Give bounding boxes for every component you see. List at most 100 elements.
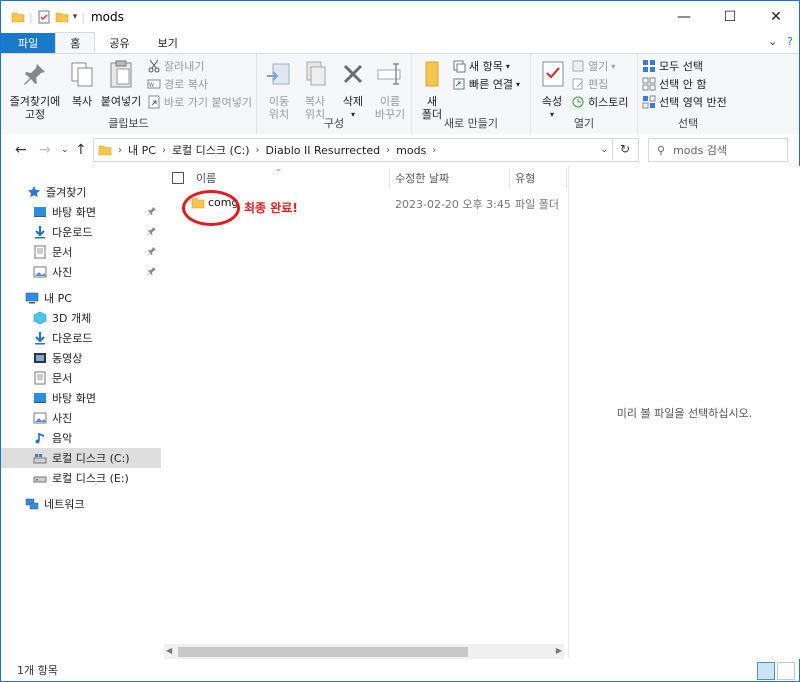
open-group-label: 열기 xyxy=(573,117,595,130)
column-header-checkbox[interactable]: 이름 xyxy=(172,166,216,190)
history-button[interactable]: 히스토리 xyxy=(571,94,628,110)
new-folder-icon[interactable] xyxy=(55,10,69,24)
up-arrow-icon[interactable]: ↑ xyxy=(75,142,87,158)
open-button[interactable]: 열기 ▾ xyxy=(571,58,615,74)
nav-pc-local-disk-c[interactable]: 로컬 디스크 (C:) xyxy=(1,448,161,468)
copy-to-button[interactable]: 복사 위치 xyxy=(297,58,333,121)
expand-ribbon-icon[interactable]: ⌄ xyxy=(768,35,777,48)
column-name-label[interactable]: 이름 xyxy=(196,170,216,186)
cut-button[interactable]: 잘라내기 xyxy=(147,58,204,74)
properties-button[interactable]: 속성 ▾ xyxy=(537,58,567,121)
move-to-label-1: 이동 xyxy=(268,95,290,108)
edit-button[interactable]: 편집 xyxy=(571,76,608,92)
scrollbar-thumb[interactable] xyxy=(178,647,468,657)
address-dropdown-icon[interactable]: ⌄ xyxy=(600,145,608,155)
copy-button[interactable]: 복사 xyxy=(65,58,99,108)
tab-home[interactable]: 홈 xyxy=(55,32,96,53)
maximize-button[interactable]: ☐ xyxy=(707,1,753,33)
scroll-left-icon[interactable]: ◀ xyxy=(166,646,172,655)
forward-arrow-icon[interactable]: → xyxy=(39,142,51,158)
paste-shortcut-button[interactable]: 바로 가기 붙여넣기 xyxy=(147,94,252,110)
ribbon-tabs: 파일 홈 공유 보기 ⌄ ? xyxy=(1,32,799,53)
column-type-label[interactable]: 유형 xyxy=(515,170,535,186)
column-date-label[interactable]: 수정한 날짜 xyxy=(395,170,449,186)
nav-qa-pictures[interactable]: 사진 xyxy=(1,262,161,282)
open-dropdown-icon: ▾ xyxy=(611,61,616,71)
recent-locations-icon[interactable]: ⌄ xyxy=(61,145,69,155)
download-arrow-icon xyxy=(35,332,45,345)
nav-this-pc[interactable]: 내 PC xyxy=(1,288,161,308)
breadcrumb-chevron-icon[interactable]: › xyxy=(162,145,166,156)
nav-pc-downloads[interactable]: 다운로드 xyxy=(1,328,161,348)
customize-toolbar-icon[interactable]: ▾ xyxy=(73,12,78,22)
large-icons-view-icon[interactable] xyxy=(777,662,795,680)
details-view-icon[interactable] xyxy=(757,662,775,680)
new-folder-button[interactable]: 새 폴더 xyxy=(418,58,446,121)
quick-access-button[interactable]: 빠른 연결 ▾ xyxy=(452,76,520,92)
scroll-right-icon[interactable]: ▶ xyxy=(556,646,562,655)
breadcrumb-chevron-icon[interactable]: › xyxy=(118,145,122,156)
3d-objects-icon xyxy=(33,311,47,325)
delete-button[interactable]: 삭제 ▾ xyxy=(337,58,369,121)
nav-pc-local-disk-e[interactable]: 로컬 디스크 (E:) xyxy=(1,468,161,488)
nav-pc-pictures[interactable]: 사진 xyxy=(1,408,161,428)
new-item-button[interactable]: 새 항목 ▾ xyxy=(452,58,510,74)
invert-selection-button[interactable]: 선택 영역 반전 xyxy=(642,94,727,110)
nav-pc-music[interactable]: 음악 xyxy=(1,428,161,448)
refresh-icon[interactable]: ↻ xyxy=(612,138,637,160)
properties-label: 속성 xyxy=(541,95,563,108)
tab-share[interactable]: 공유 xyxy=(95,33,143,53)
select-all-checkbox[interactable] xyxy=(172,172,184,184)
cut-label: 잘라내기 xyxy=(164,60,205,73)
nav-pc-desktop[interactable]: 바탕 화면 xyxy=(1,388,161,408)
rename-button[interactable]: 이름 바꾸기 xyxy=(371,58,409,121)
select-none-button[interactable]: 선택 안 함 xyxy=(642,76,706,92)
select-all-button[interactable]: 모두 선택 xyxy=(642,58,703,74)
breadcrumb-local-disk-c[interactable]: 로컬 디스크 (C:) xyxy=(172,142,250,158)
column-date[interactable]: 수정한 날짜 xyxy=(395,166,449,190)
horizontal-scrollbar[interactable]: ◀ ▶ xyxy=(164,644,564,660)
breadcrumb-this-pc[interactable]: 내 PC xyxy=(128,142,156,158)
minimize-button[interactable]: — xyxy=(661,1,707,33)
breadcrumb-mods[interactable]: mods xyxy=(396,144,426,157)
column-divider[interactable] xyxy=(566,168,567,188)
nav-network[interactable]: 네트워크 xyxy=(1,494,161,514)
nav-qa-documents[interactable]: 문서 xyxy=(1,242,161,262)
nav-pc-videos[interactable]: 동영상 xyxy=(1,348,161,368)
tab-view[interactable]: 보기 xyxy=(144,33,192,53)
search-input[interactable]: ⚲ mods 검색 xyxy=(648,138,788,162)
history-icon xyxy=(572,96,584,108)
delete-label: 삭제 xyxy=(342,95,364,108)
breadcrumb-chevron-icon[interactable]: › xyxy=(432,145,436,156)
pin-icon[interactable] xyxy=(147,226,157,236)
nav-qa-desktop[interactable]: 바탕 화면 xyxy=(1,202,161,222)
pin-icon[interactable] xyxy=(147,206,157,216)
address-bar[interactable]: › 내 PC › 로컬 디스크 (C:) › Diablo II Resurre… xyxy=(93,138,639,162)
pin-to-quick-access-button[interactable]: 즐겨찾기에 고정 xyxy=(7,58,63,121)
tab-file[interactable]: 파일 xyxy=(1,33,56,53)
nav-qa-downloads[interactable]: 다운로드 xyxy=(1,222,161,242)
back-arrow-icon[interactable]: ← xyxy=(15,142,27,158)
close-button[interactable]: ✕ xyxy=(753,1,799,33)
breadcrumb-chevron-icon[interactable]: › xyxy=(386,145,390,156)
breadcrumb-diablo[interactable]: Diablo II Resurrected xyxy=(266,144,381,157)
explorer-window: | ▾ | mods — ☐ ✕ 파일 홈 공유 보기 ⌄ ? 즐겨찾기에 고정… xyxy=(0,0,800,682)
pin-icon[interactable] xyxy=(147,266,157,276)
paste-button[interactable]: 붙여넣기 xyxy=(99,58,143,108)
pin-icon[interactable] xyxy=(147,246,157,256)
pictures-icon xyxy=(33,412,47,424)
help-icon[interactable]: ? xyxy=(787,35,793,48)
column-divider[interactable] xyxy=(389,168,390,188)
nav-pc-3d-objects[interactable]: 3D 개체 xyxy=(1,308,161,328)
select-group: 모두 선택 선택 안 함 선택 영역 반전 선택 xyxy=(638,54,738,134)
nav-label: 다운로드 xyxy=(52,226,93,239)
move-to-button[interactable]: 이동 위치 xyxy=(261,58,297,121)
breadcrumb-chevron-icon[interactable]: › xyxy=(256,145,260,156)
address-row: ← → ⌄ ↑ › 내 PC › 로컬 디스크 (C:) › Diablo II… xyxy=(1,134,799,166)
nav-pc-documents[interactable]: 문서 xyxy=(1,368,161,388)
nav-quick-access[interactable]: 즐겨찾기 xyxy=(1,182,161,202)
column-divider[interactable] xyxy=(509,168,510,188)
column-type[interactable]: 유형 xyxy=(515,166,535,190)
copy-path-button[interactable]: W 경로 복사 xyxy=(147,76,208,92)
properties-icon[interactable] xyxy=(37,10,51,24)
